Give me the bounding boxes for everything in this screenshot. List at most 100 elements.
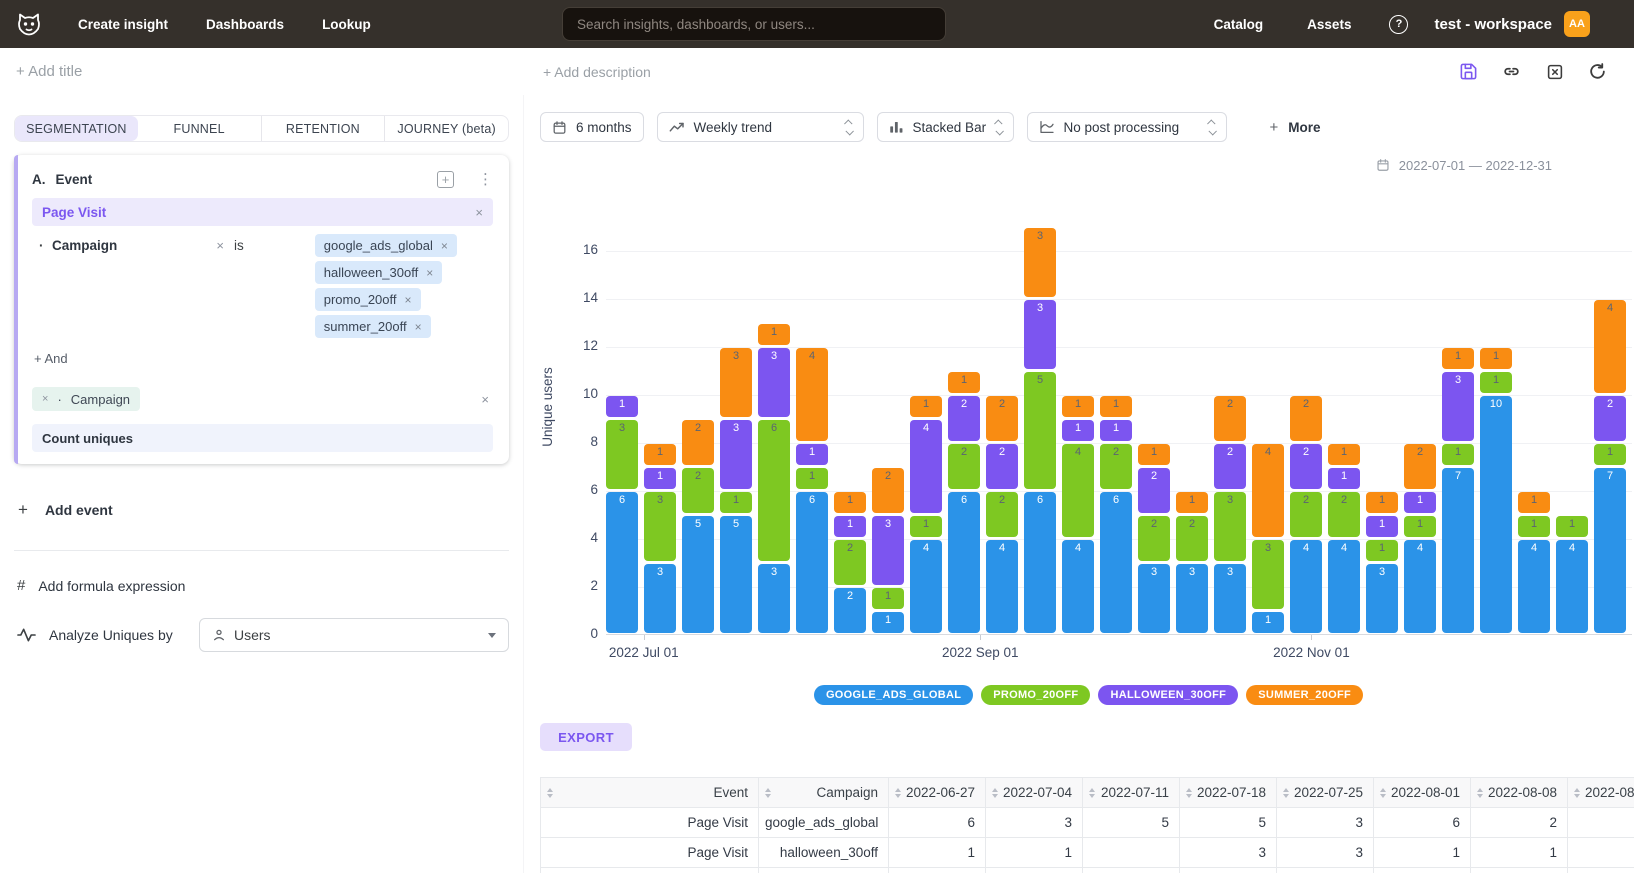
add-formula-button[interactable]: # Add formula expression <box>14 577 509 594</box>
bar-segment-google_ads_global[interactable]: 6 <box>796 492 828 633</box>
bar-segment-google_ads_global[interactable]: 1 <box>1252 612 1284 633</box>
nav-item-lookup[interactable]: Lookup <box>322 17 371 32</box>
search-input[interactable] <box>577 17 931 32</box>
bar-segment-google_ads_global[interactable]: 5 <box>682 516 714 633</box>
chart-type-select[interactable]: Stacked Bar <box>877 112 1014 142</box>
legend-pill-summer_20off[interactable]: SUMMER_20OFF <box>1246 685 1363 705</box>
legend-pill-promo_20off[interactable]: PROMO_20OFF <box>981 685 1090 705</box>
export-button[interactable]: EXPORT <box>540 723 632 751</box>
bar-segment-promo_20off[interactable]: 2 <box>1328 492 1360 537</box>
bar-segment-promo_20off[interactable]: 1 <box>720 492 752 513</box>
bar-segment-promo_20off[interactable]: 2 <box>1138 516 1170 561</box>
bar-segment-summer_20off[interactable]: 4 <box>1252 444 1284 537</box>
bar-segment-promo_20off[interactable]: 2 <box>834 540 866 585</box>
legend-pill-halloween_30off[interactable]: HALLOWEEN_30OFF <box>1098 685 1238 705</box>
table-header-2022-08-01[interactable]: 2022-08-01 <box>1374 778 1471 808</box>
bar-segment-halloween_30off[interactable]: 2 <box>948 396 980 441</box>
bar-segment-google_ads_global[interactable]: 4 <box>986 540 1018 633</box>
bar-segment-promo_20off[interactable]: 2 <box>1290 492 1322 537</box>
bar-segment-summer_20off[interactable]: 3 <box>1024 228 1056 297</box>
bar-segment-summer_20off[interactable]: 1 <box>1366 492 1398 513</box>
remove-value-icon[interactable]: × <box>405 293 412 307</box>
bar-segment-summer_20off[interactable]: 1 <box>1062 396 1094 417</box>
sort-icon[interactable] <box>1089 785 1095 801</box>
sort-icon[interactable] <box>992 785 998 801</box>
nav-item-assets[interactable]: Assets <box>1307 17 1351 32</box>
bar-segment-google_ads_global[interactable]: 4 <box>1290 540 1322 633</box>
bar-segment-summer_20off[interactable]: 4 <box>796 348 828 441</box>
bar-segment-promo_20off[interactable]: 1 <box>872 588 904 609</box>
sort-icon[interactable] <box>1574 785 1580 801</box>
app-logo-cat-icon[interactable] <box>14 9 44 39</box>
bar-segment-promo_20off[interactable]: 2 <box>986 492 1018 537</box>
bar-segment-halloween_30off[interactable]: 1 <box>644 468 676 489</box>
bar-segment-promo_20off[interactable]: 1 <box>1404 516 1436 537</box>
add-description-button[interactable]: + Add description <box>543 64 651 80</box>
aggregation-selector[interactable]: Count uniques <box>32 424 493 452</box>
bar-segment-summer_20off[interactable]: 1 <box>758 324 790 345</box>
bar-segment-promo_20off[interactable]: 1 <box>1442 444 1474 465</box>
bar-segment-halloween_30off[interactable]: 1 <box>1404 492 1436 513</box>
bar-segment-promo_20off[interactable]: 1 <box>1556 516 1588 537</box>
bar-segment-halloween_30off[interactable]: 1 <box>1328 468 1360 489</box>
save-icon[interactable] <box>1459 62 1478 81</box>
copy-link-icon[interactable] <box>1502 62 1521 81</box>
date-range-button[interactable]: 6 months <box>540 112 644 142</box>
bar-segment-google_ads_global[interactable]: 4 <box>1404 540 1436 633</box>
help-icon[interactable]: ? <box>1389 15 1408 34</box>
table-header-2022-08-08[interactable]: 2022-08-08 <box>1471 778 1568 808</box>
bar-segment-google_ads_global[interactable]: 7 <box>1442 468 1474 633</box>
more-options-button[interactable]: + More <box>1270 119 1321 136</box>
filter-value-tag[interactable]: halloween_30off× <box>315 261 442 284</box>
bar-segment-promo_20off[interactable]: 1 <box>1366 540 1398 561</box>
sort-icon[interactable] <box>547 785 553 801</box>
bar-segment-google_ads_global[interactable]: 5 <box>720 516 752 633</box>
bar-segment-google_ads_global[interactable]: 4 <box>1518 540 1550 633</box>
bar-segment-summer_20off[interactable]: 4 <box>1594 300 1626 393</box>
remove-value-icon[interactable]: × <box>441 239 448 253</box>
bar-segment-google_ads_global[interactable]: 3 <box>644 564 676 633</box>
bar-segment-summer_20off[interactable]: 1 <box>1328 444 1360 465</box>
bar-segment-halloween_30off[interactable]: 4 <box>910 420 942 513</box>
bar-segment-google_ads_global[interactable]: 3 <box>1138 564 1170 633</box>
bar-segment-summer_20off[interactable]: 1 <box>1176 492 1208 513</box>
bar-segment-google_ads_global[interactable]: 6 <box>948 492 980 633</box>
remove-breakdown-icon[interactable]: × <box>42 393 48 405</box>
avatar[interactable]: AA <box>1564 11 1590 37</box>
add-event-button[interactable]: + Add event <box>14 500 509 520</box>
bar-segment-promo_20off[interactable]: 2 <box>682 468 714 513</box>
bar-segment-google_ads_global[interactable]: 3 <box>758 564 790 633</box>
bar-segment-halloween_30off[interactable]: 2 <box>1594 396 1626 441</box>
bar-segment-halloween_30off[interactable]: 2 <box>1214 444 1246 489</box>
bar-segment-google_ads_global[interactable]: 3 <box>1214 564 1246 633</box>
bar-segment-halloween_30off[interactable]: 2 <box>986 444 1018 489</box>
table-header-2022-07-04[interactable]: 2022-07-04 <box>986 778 1083 808</box>
sort-icon[interactable] <box>1477 785 1483 801</box>
bar-segment-summer_20off[interactable]: 1 <box>834 492 866 513</box>
bar-segment-halloween_30off[interactable]: 3 <box>1024 300 1056 369</box>
refresh-icon[interactable] <box>1588 62 1607 81</box>
remove-breakdown-row-icon[interactable]: × <box>481 392 489 407</box>
breakdown-tag[interactable]: × · Campaign <box>32 387 140 411</box>
bar-segment-promo_20off[interactable]: 1 <box>1480 372 1512 393</box>
bar-segment-promo_20off[interactable]: 3 <box>606 420 638 489</box>
bar-segment-summer_20off[interactable]: 2 <box>1214 396 1246 441</box>
sort-icon[interactable] <box>895 785 901 801</box>
bar-segment-promo_20off[interactable]: 2 <box>1100 444 1132 489</box>
sort-icon[interactable] <box>1186 785 1192 801</box>
bar-segment-summer_20off[interactable]: 1 <box>948 372 980 393</box>
tab-retention[interactable]: RETENTION <box>261 116 385 141</box>
remove-value-icon[interactable]: × <box>415 320 422 334</box>
bar-segment-halloween_30off[interactable]: 2 <box>1290 444 1322 489</box>
bar-segment-promo_20off[interactable]: 1 <box>910 516 942 537</box>
add-filter-icon[interactable]: + <box>437 171 454 188</box>
bar-segment-halloween_30off[interactable]: 3 <box>872 516 904 585</box>
table-header-event[interactable]: Event <box>541 778 759 808</box>
filter-value-tag[interactable]: google_ads_global× <box>315 234 457 257</box>
filter-value-tag[interactable]: promo_20off× <box>315 288 421 311</box>
bar-segment-google_ads_global[interactable]: 3 <box>1366 564 1398 633</box>
sort-icon[interactable] <box>765 785 771 801</box>
bar-segment-promo_20off[interactable]: 3 <box>1214 492 1246 561</box>
bar-segment-google_ads_global[interactable]: 2 <box>834 588 866 633</box>
bar-segment-promo_20off[interactable]: 3 <box>1252 540 1284 609</box>
